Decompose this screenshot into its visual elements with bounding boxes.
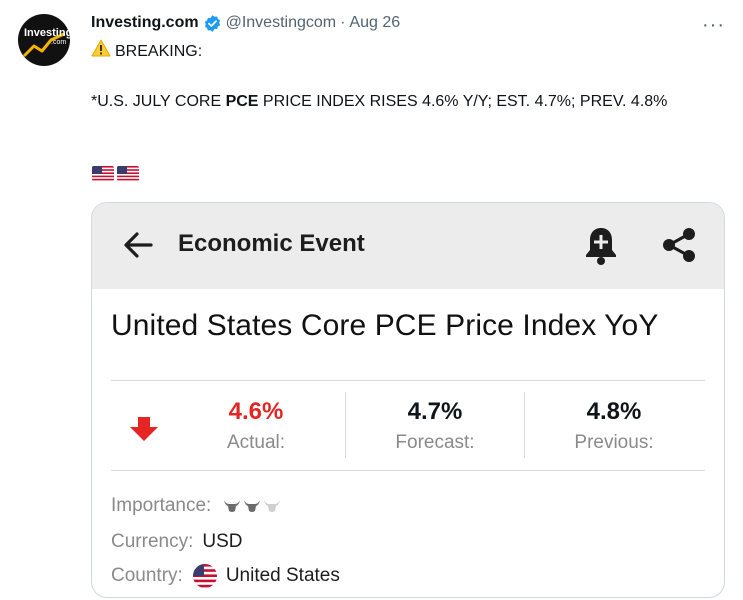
importance-rating xyxy=(223,498,281,514)
event-title: United States Core PCE Price Index YoY xyxy=(111,309,659,342)
forecast-label: Forecast: xyxy=(395,432,475,453)
bull-icon xyxy=(244,500,261,512)
us-flag-icon xyxy=(192,564,217,588)
tweet-date[interactable]: Aug 26 xyxy=(349,14,400,32)
actual-stat: 4.6% Actual: xyxy=(206,398,306,454)
tweet-body: *U.S. JULY CORE PCE PRICE INDEX RISES 4.… xyxy=(91,91,701,112)
bull-icon xyxy=(224,500,241,512)
divider xyxy=(111,470,705,471)
previous-value: 4.8% xyxy=(586,398,642,425)
country-label: Country: xyxy=(111,565,183,586)
author-handle[interactable]: @Investingcom xyxy=(226,14,337,32)
importance-row: Importance: xyxy=(111,495,281,517)
warning-icon xyxy=(91,39,111,63)
currency-row: Currency: USD xyxy=(111,531,242,553)
avatar-brand-sub: .com xyxy=(51,39,67,46)
previous-stat: 4.8% Previous: xyxy=(554,398,674,454)
back-arrow-icon[interactable] xyxy=(121,228,155,267)
importance-label: Importance: xyxy=(111,495,212,516)
us-flag-icon xyxy=(92,166,114,181)
breaking-text: BREAKING: xyxy=(115,42,203,60)
separator-dot: · xyxy=(340,14,346,31)
breaking-line: BREAKING: xyxy=(91,39,701,63)
tweet-header: Investing.com @Investingcom · Aug 26 xyxy=(91,13,400,33)
body-bold: PCE xyxy=(225,93,259,110)
body-suffix: PRICE INDEX RISES 4.6% Y/Y; EST. 4.7%; P… xyxy=(258,93,668,110)
author-name[interactable]: Investing.com xyxy=(91,14,199,32)
card-header: Economic Event xyxy=(92,203,724,289)
divider xyxy=(111,380,705,381)
down-arrow-icon xyxy=(129,417,159,446)
stat-separator xyxy=(524,392,525,458)
stat-separator xyxy=(345,392,346,458)
flag-row xyxy=(92,166,139,181)
country-value: United States xyxy=(225,565,340,586)
actual-value: 4.6% xyxy=(228,398,284,425)
forecast-stat: 4.7% Forecast: xyxy=(375,398,495,454)
bull-icon xyxy=(264,500,281,512)
economic-event-card[interactable]: Economic Event United States Core PCE Pr… xyxy=(91,202,725,598)
avatar-brand: Investing xyxy=(24,27,70,39)
forecast-value: 4.7% xyxy=(407,398,463,425)
currency-label: Currency: xyxy=(111,531,194,552)
body-prefix: *U.S. JULY CORE xyxy=(91,93,226,110)
verified-badge-icon xyxy=(203,14,222,33)
more-icon[interactable]: ··· xyxy=(702,14,725,37)
us-flag-icon xyxy=(117,166,139,181)
card-header-title: Economic Event xyxy=(178,230,365,257)
share-icon[interactable] xyxy=(660,225,698,270)
avatar[interactable]: Investing .com xyxy=(18,14,70,66)
currency-value: USD xyxy=(202,531,243,552)
previous-label: Previous: xyxy=(574,432,654,453)
bell-plus-icon[interactable] xyxy=(583,224,619,271)
actual-label: Actual: xyxy=(226,432,286,453)
country-row: Country: United States xyxy=(111,564,340,588)
